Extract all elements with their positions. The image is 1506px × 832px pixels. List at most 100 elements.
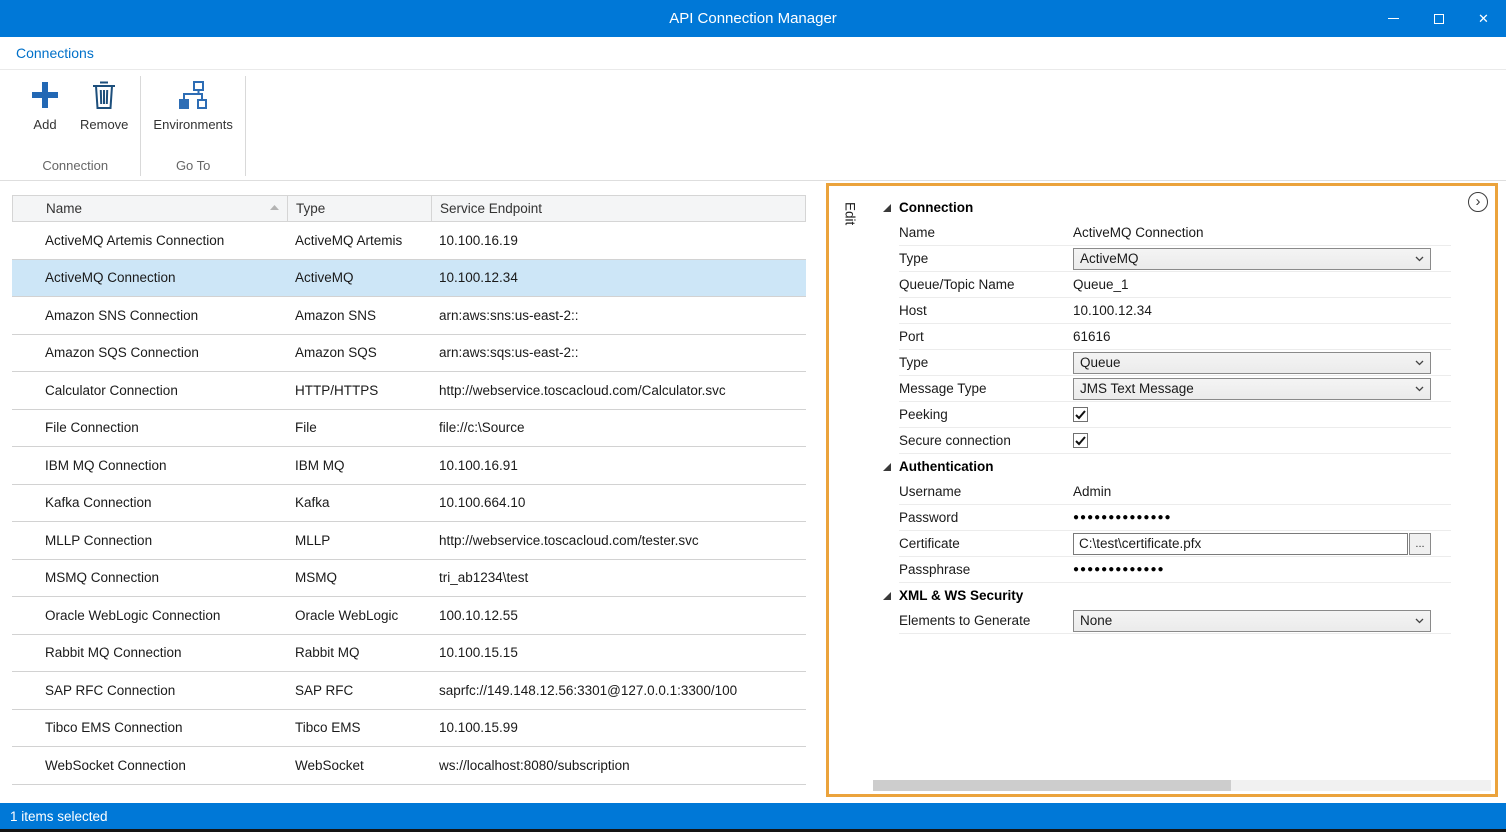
section-title: Connection [899, 200, 973, 215]
ribbon-body: Add [0, 70, 1506, 181]
remove-button[interactable]: Remove [74, 75, 134, 134]
minimize-button[interactable] [1371, 0, 1416, 37]
dropdown[interactable]: JMS Text Message [1073, 378, 1431, 400]
property-value-area [1073, 433, 1451, 448]
group-label-connection: Connection [10, 158, 140, 180]
property-value-area: ActiveMQ Connection [1073, 225, 1451, 240]
property-row: Name ActiveMQ Connection [899, 220, 1451, 246]
connections-table-body: ActiveMQ Artemis Connection ActiveMQ Art… [12, 222, 806, 785]
column-header-name[interactable]: Name [13, 196, 288, 221]
property-value-area: 10.100.12.34 [1073, 303, 1451, 318]
add-button[interactable]: Add [16, 75, 74, 134]
row-name-cell: IBM MQ Connection [12, 458, 287, 473]
property-label: Queue/Topic Name [899, 277, 1073, 292]
browse-button[interactable]: ... [1409, 533, 1431, 555]
row-type-cell: MSMQ [287, 570, 431, 585]
property-value-area: ●●●●●●●●●●●●●● [1073, 512, 1451, 523]
property-label: Port [899, 329, 1073, 344]
close-button[interactable]: ✕ [1461, 0, 1506, 37]
chevron-down-icon [1415, 360, 1424, 366]
row-name-cell: Amazon SNS Connection [12, 308, 287, 323]
row-name-cell: Tibco EMS Connection [12, 720, 287, 735]
property-row: Type Queue [899, 350, 1451, 376]
horizontal-scrollbar[interactable] [873, 780, 1491, 791]
expanded-icon[interactable] [883, 204, 891, 212]
property-value-area: 61616 [1073, 329, 1451, 344]
ribbon-separator [245, 76, 246, 176]
row-endpoint-cell: saprfc://149.148.12.56:3301@127.0.0.1:33… [431, 683, 806, 698]
table-row[interactable]: SAP RFC Connection SAP RFC saprfc://149.… [12, 672, 806, 710]
table-row[interactable]: Rabbit MQ Connection Rabbit MQ 10.100.15… [12, 635, 806, 673]
row-endpoint-cell: arn:aws:sns:us-east-2:: [431, 308, 806, 323]
tab-connections[interactable]: Connections [16, 45, 94, 61]
row-name-cell: Amazon SQS Connection [12, 345, 287, 360]
property-label: Elements to Generate [899, 613, 1073, 628]
checkbox[interactable] [1073, 433, 1088, 448]
table-row[interactable]: Kafka Connection Kafka 10.100.664.10 [12, 485, 806, 523]
connections-table: Name Type Service Endpoint ActiveMQ Arte… [12, 195, 806, 785]
table-row[interactable]: ActiveMQ Connection ActiveMQ 10.100.12.3… [12, 260, 806, 298]
row-name-cell: Oracle WebLogic Connection [12, 608, 287, 623]
edit-panel: Edit Connection Name ActiveMQ Connection… [826, 183, 1498, 797]
scrollbar-thumb[interactable] [873, 780, 1231, 791]
row-endpoint-cell: 10.100.664.10 [431, 495, 806, 510]
table-row[interactable]: Oracle WebLogic Connection Oracle WebLog… [12, 597, 806, 635]
property-text-value[interactable]: Admin [1073, 484, 1111, 499]
dropdown[interactable]: None [1073, 610, 1431, 632]
property-value-area [1073, 407, 1451, 422]
minimize-icon [1388, 18, 1399, 19]
property-value-area: None [1073, 610, 1451, 632]
maximize-icon [1434, 14, 1444, 24]
collapse-panel-button[interactable]: › [1468, 192, 1488, 212]
property-grid: Connection Name ActiveMQ Connection Type… [871, 186, 1495, 794]
row-type-cell: Tibco EMS [287, 720, 431, 735]
password-field[interactable]: ●●●●●●●●●●●●●● [1073, 512, 1172, 523]
section-header[interactable]: Authentication [871, 454, 1495, 479]
table-row[interactable]: Calculator Connection HTTP/HTTPS http://… [12, 372, 806, 410]
table-row[interactable]: IBM MQ Connection IBM MQ 10.100.16.91 [12, 447, 806, 485]
property-value-area: JMS Text Message [1073, 378, 1451, 400]
table-row[interactable]: WebSocket Connection WebSocket ws://loca… [12, 747, 806, 785]
property-row: Peeking [899, 402, 1451, 428]
property-text-value[interactable]: ActiveMQ Connection [1073, 225, 1204, 240]
dropdown[interactable]: ActiveMQ [1073, 248, 1431, 270]
property-text-value[interactable]: 61616 [1073, 329, 1111, 344]
certificate-input[interactable]: C:\test\certificate.pfx [1073, 533, 1408, 555]
property-text-value[interactable]: 10.100.12.34 [1073, 303, 1152, 318]
table-row[interactable]: Amazon SNS Connection Amazon SNS arn:aws… [12, 297, 806, 335]
expanded-icon[interactable] [883, 592, 891, 600]
property-value-area: Queue [1073, 352, 1451, 374]
table-row[interactable]: MLLP Connection MLLP http://webservice.t… [12, 522, 806, 560]
table-row[interactable]: ActiveMQ Artemis Connection ActiveMQ Art… [12, 222, 806, 260]
password-field[interactable]: ●●●●●●●●●●●●● [1073, 564, 1165, 575]
chevron-down-icon [1415, 618, 1424, 624]
table-row[interactable]: Amazon SQS Connection Amazon SQS arn:aws… [12, 335, 806, 373]
table-row[interactable]: File Connection File file://c:\Source [12, 410, 806, 448]
section-header[interactable]: XML & WS Security [871, 583, 1495, 608]
dropdown[interactable]: Queue [1073, 352, 1431, 374]
property-label: Type [899, 355, 1073, 370]
table-row[interactable]: MSMQ Connection MSMQ tri_ab1234\test [12, 560, 806, 598]
property-value-area: ●●●●●●●●●●●●● [1073, 564, 1451, 575]
checkbox[interactable] [1073, 407, 1088, 422]
property-label: Type [899, 251, 1073, 266]
row-name-cell: File Connection [12, 420, 287, 435]
column-header-endpoint[interactable]: Service Endpoint [432, 196, 805, 221]
row-endpoint-cell: 10.100.15.99 [431, 720, 806, 735]
table-row[interactable]: Tibco EMS Connection Tibco EMS 10.100.15… [12, 710, 806, 748]
environments-button[interactable]: Environments [147, 75, 238, 134]
row-endpoint-cell: file://c:\Source [431, 420, 806, 435]
column-header-type[interactable]: Type [288, 196, 432, 221]
row-name-cell: Calculator Connection [12, 383, 287, 398]
expanded-icon[interactable] [883, 463, 891, 471]
checkmark-icon [1075, 436, 1086, 446]
maximize-button[interactable] [1416, 0, 1461, 37]
section-header[interactable]: Connection [871, 195, 1495, 220]
section-title: Authentication [899, 459, 994, 474]
property-text-value[interactable]: Queue_1 [1073, 277, 1129, 292]
ribbon-group-goto: Environments Go To [141, 70, 244, 180]
app-window: API Connection Manager ✕ Connections Add [0, 0, 1506, 832]
row-type-cell: File [287, 420, 431, 435]
row-type-cell: HTTP/HTTPS [287, 383, 431, 398]
row-endpoint-cell: 10.100.15.15 [431, 645, 806, 660]
